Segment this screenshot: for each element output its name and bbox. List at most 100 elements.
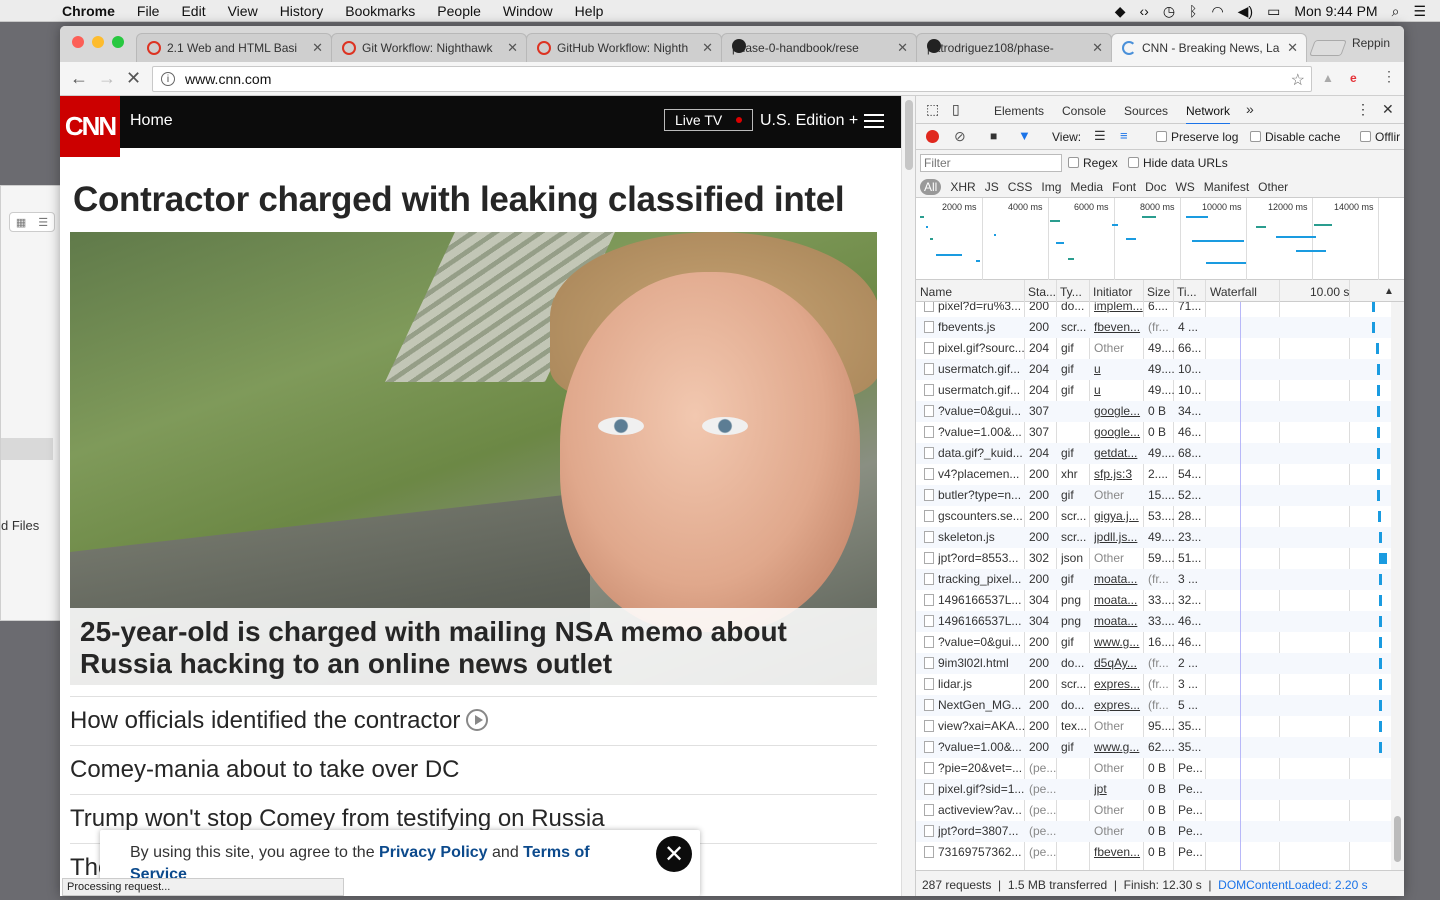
dropbox-icon[interactable]: ◆ [1115, 3, 1126, 20]
info-icon[interactable]: i [161, 72, 175, 86]
request-initiator[interactable]: expres... [1094, 677, 1144, 691]
request-initiator[interactable]: google... [1094, 425, 1144, 439]
column-time[interactable]: Ti... [1177, 285, 1203, 299]
tab-phase-0-handbook[interactable]: phase-0-handbook/rese ✕ [721, 33, 917, 62]
tab-github-workflow[interactable]: GitHub Workflow: Nighth ✕ [526, 33, 722, 62]
request-initiator[interactable]: google... [1094, 404, 1144, 418]
tab-elements[interactable]: Elements [994, 104, 1044, 118]
network-request-row[interactable]: jpt?ord=8553... 302 json Other 59.... 51... [916, 548, 1391, 569]
request-initiator[interactable]: Other [1094, 824, 1144, 838]
request-initiator[interactable]: gigya.j... [1094, 509, 1144, 523]
clear-icon[interactable]: ⊘ [954, 128, 966, 145]
preserve-log-checkbox[interactable]: Preserve log [1156, 130, 1238, 144]
devtools-menu-icon[interactable]: ⋮ [1356, 101, 1370, 118]
request-initiator[interactable]: moata... [1094, 572, 1144, 586]
tab-close-icon[interactable]: ✕ [312, 40, 323, 56]
offline-checkbox[interactable]: Offlir [1360, 130, 1400, 144]
network-request-row[interactable]: ?value=1.00&... 200 gif www.g... 62.... 35... [916, 737, 1391, 758]
tab-close-icon[interactable]: ✕ [702, 40, 713, 56]
network-request-row[interactable]: pixel.gif?sid=1... (pe... jpt 0 B Pe... [916, 779, 1391, 800]
column-status[interactable]: Sta... [1028, 285, 1058, 299]
network-request-row[interactable]: activeview?av... (pe... Other 0 B Pe... [916, 800, 1391, 821]
volume-icon[interactable]: ◀) [1238, 3, 1253, 20]
network-request-row[interactable]: 9im3l02l.html 200 do... d5qAy... (fr... 2 ... [916, 653, 1391, 674]
close-devtools-icon[interactable]: ✕ [1382, 101, 1394, 118]
type-filter-img[interactable]: Img [1041, 180, 1061, 194]
sort-ascending-icon[interactable]: ▲ [1384, 286, 1394, 297]
type-filter-xhr[interactable]: XHR [950, 180, 975, 194]
network-request-row[interactable]: ?pie=20&vet=... (pe... Other 0 B Pe... [916, 758, 1391, 779]
hamburger-menu-icon[interactable] [864, 114, 884, 128]
network-request-row[interactable]: skeleton.js 200 scr... jpdll.js... 49.... 23.… [916, 527, 1391, 548]
request-initiator[interactable]: Other [1094, 551, 1144, 565]
story-link[interactable]: Comey-mania about to take over DC [70, 745, 877, 794]
filter-icon[interactable]: ▼ [1018, 128, 1031, 143]
list-view-icon[interactable]: ☰ [38, 216, 48, 229]
menu-history[interactable]: History [280, 3, 324, 19]
column-type[interactable]: Ty... [1060, 285, 1088, 299]
request-initiator[interactable]: moata... [1094, 614, 1144, 628]
column-waterfall[interactable]: Waterfall [1210, 285, 1257, 299]
forward-icon[interactable]: → [98, 68, 116, 89]
menu-view[interactable]: View [228, 3, 258, 19]
request-initiator[interactable]: getdat... [1094, 446, 1144, 460]
ebay-extension-icon[interactable]: e [1350, 71, 1357, 85]
bluetooth-icon[interactable]: ᛒ [1189, 3, 1197, 19]
tab-network[interactable]: Network [1186, 104, 1231, 125]
request-initiator[interactable]: d5qAy... [1094, 656, 1144, 670]
clock[interactable]: Mon 9:44 PM [1294, 3, 1377, 19]
tab-cnn[interactable]: CNN - Breaking News, La ✕ [1111, 33, 1307, 62]
cnn-logo[interactable]: CNN [60, 96, 120, 157]
menu-window[interactable]: Window [503, 3, 553, 19]
bookmark-star-icon[interactable]: ☆ [1291, 70, 1305, 90]
column-initiator[interactable]: Initiator [1093, 285, 1143, 299]
network-request-row[interactable]: 1496166537L... 304 png moata... 33.... 32... [916, 590, 1391, 611]
request-initiator[interactable]: fbeven... [1094, 320, 1144, 334]
new-tab-button[interactable] [1309, 40, 1347, 56]
story-title[interactable]: Trump won't stop Comey from testifying o… [70, 805, 605, 832]
type-filter-other[interactable]: Other [1258, 180, 1288, 194]
tab-console[interactable]: Console [1062, 104, 1106, 118]
network-request-row[interactable]: ?value=0&gui... 200 gif www.g... 16.... 46... [916, 632, 1391, 653]
request-initiator[interactable]: Other [1094, 803, 1144, 817]
play-video-icon[interactable] [466, 709, 489, 731]
hide-data-urls-checkbox[interactable]: Hide data URLs [1128, 156, 1228, 170]
type-filter-js[interactable]: JS [985, 180, 999, 194]
checkbox-icon[interactable] [1156, 131, 1167, 142]
request-initiator[interactable]: implem... [1094, 302, 1144, 313]
live-tv-button[interactable]: Live TV [664, 109, 754, 131]
request-initiator[interactable]: sfp.js:3 [1094, 467, 1144, 481]
request-initiator[interactable]: u [1094, 362, 1144, 376]
network-request-row[interactable]: 1496166537L... 304 png moata... 33.... 46... [916, 611, 1391, 632]
tab-sources[interactable]: Sources [1124, 104, 1168, 118]
scrollbar-thumb[interactable] [905, 100, 913, 170]
extension-icon[interactable]: ▲ [1322, 71, 1334, 85]
network-request-row[interactable]: tracking_pixel... 200 gif moata... (fr... 3 .… [916, 569, 1391, 590]
request-initiator[interactable]: moata... [1094, 593, 1144, 607]
more-tabs-button[interactable]: » [1246, 101, 1254, 117]
menu-help[interactable]: Help [575, 3, 604, 19]
network-request-row[interactable]: ?value=0&gui... 307 google... 0 B 34... [916, 401, 1391, 422]
network-request-row[interactable]: jpt?ord=3807... (pe... Other 0 B Pe... [916, 821, 1391, 842]
devtools-scrollbar[interactable] [1391, 302, 1404, 870]
chrome-menu-icon[interactable]: ⋮ [1382, 68, 1396, 85]
tab-close-icon[interactable]: ✕ [1287, 40, 1298, 56]
network-overview-timeline[interactable]: 2000 ms 4000 ms 6000 ms 8000 ms 10000 ms… [916, 198, 1404, 280]
zoom-window-button[interactable] [112, 36, 124, 48]
request-initiator[interactable]: fbeven... [1094, 845, 1144, 859]
close-icon[interactable]: ✕ [656, 836, 692, 872]
address-bar[interactable]: i www.cnn.com ☆ [152, 66, 1312, 92]
request-initiator[interactable]: jpdll.js... [1094, 530, 1144, 544]
privacy-policy-link[interactable]: Privacy Policy [379, 844, 488, 861]
tab-web-html-basics[interactable]: 2.1 Web and HTML Basi ✕ [136, 33, 332, 62]
overview-icon[interactable]: ≡ [1120, 128, 1128, 143]
network-request-row[interactable]: fbevents.js 200 scr... fbeven... (fr... 4 ... [916, 317, 1391, 338]
type-filter-media[interactable]: Media [1070, 180, 1103, 194]
menu-file[interactable]: File [137, 3, 160, 19]
tab-git-workflow[interactable]: Git Workflow: Nighthawk ✕ [331, 33, 527, 62]
notification-center-icon[interactable]: ☰ [1413, 3, 1426, 20]
menu-people[interactable]: People [437, 3, 481, 19]
request-initiator[interactable]: www.g... [1094, 740, 1144, 754]
request-initiator[interactable]: www.g... [1094, 635, 1144, 649]
large-rows-icon[interactable]: ☰ [1094, 128, 1106, 144]
